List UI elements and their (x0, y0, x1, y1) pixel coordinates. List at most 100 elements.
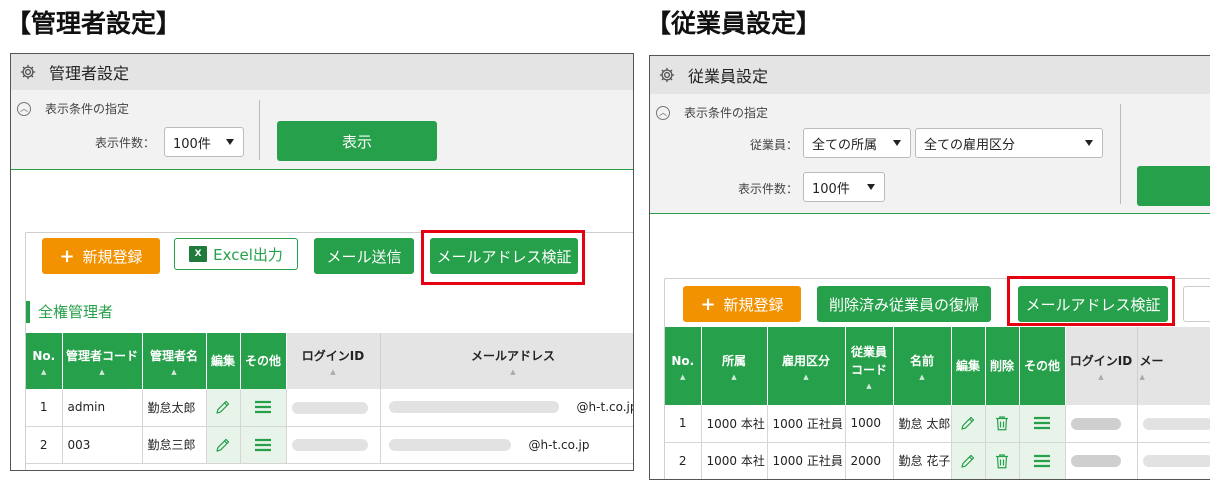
admin-mail-send-button[interactable]: メール送信 (314, 238, 414, 274)
pencil-icon[interactable] (206, 389, 241, 427)
chevron-up-icon: ︿ (656, 105, 670, 120)
admin-table: No. ▲ 管理者コード ▲ 管理者名 ▲ 編集 その他 ログインID ▲ メールアドレ… (26, 333, 633, 464)
col-no[interactable]: No. ▲ (26, 333, 63, 389)
employee-panel-title: 従業員設定 (688, 67, 769, 86)
col-other: その他 (240, 333, 287, 389)
employee-count-select[interactable]: 100件 (803, 172, 885, 202)
row-email (1137, 442, 1210, 479)
menu-icon[interactable] (1019, 442, 1066, 479)
row-login-id (1065, 442, 1138, 479)
row-employee-code: 2000 (845, 442, 894, 479)
admin-excel-button[interactable]: X Excel出力 (174, 238, 298, 270)
filter-divider (1120, 104, 1121, 204)
admin-show-button[interactable]: 表示 (277, 121, 437, 161)
row-admin-name: 勤怠三郎 (142, 426, 207, 464)
employee-panel-header: 従業員設定 (650, 56, 1210, 94)
admin-filter-toggle-label: 表示条件の指定 (45, 102, 130, 116)
affiliation-value: 全ての所属 (812, 137, 878, 153)
row-employment-type: 1000 正社員 (767, 442, 846, 479)
employee-caption: 【従業員設定】 (646, 9, 822, 38)
row-admin-code: admin (62, 389, 143, 427)
employee-filter-toggle-label: 表示条件の指定 (684, 106, 769, 120)
admin-panel-header: 管理者設定 (11, 54, 633, 90)
col-edit: 編集 (951, 327, 986, 405)
chevron-up-icon: ︿ (17, 101, 31, 116)
row-login-id (286, 426, 381, 464)
row-no: 2 (665, 442, 702, 479)
admin-filter-area: ︿ 表示条件の指定 表示件数： 100件 表示 (11, 90, 633, 170)
admin-new-button[interactable]: + 新規登録 (42, 238, 160, 274)
employment-select[interactable]: 全ての雇用区分 (915, 128, 1103, 158)
row-employment-type: 1000 正社員 (767, 405, 846, 443)
caret-down-icon (1085, 140, 1093, 146)
col-dept[interactable]: 所属 ▲ (701, 327, 768, 405)
employee-table-header: No. ▲ 所属 ▲ 雇用区分 ▲ 従業員 コード ▲ 名前 ▲ 編集 削除 その他 ログイ… (665, 327, 1210, 405)
row-login-id (1065, 405, 1138, 443)
caret-down-icon (226, 139, 234, 145)
plus-icon: + (59, 245, 75, 267)
admin-count-label: 表示件数： (95, 136, 156, 150)
admin-count-select[interactable]: 100件 (164, 127, 244, 157)
admin-count-value: 100件 (173, 136, 211, 152)
col-login-id[interactable]: ログインID ▲ (286, 333, 381, 389)
employee-show-button[interactable] (1137, 166, 1210, 206)
employee-mail-verify-highlight (1007, 276, 1175, 326)
caret-down-icon (867, 184, 875, 190)
row-admin-name: 勤怠太郎 (142, 389, 207, 427)
menu-icon[interactable] (240, 389, 287, 427)
pencil-icon[interactable] (951, 442, 986, 479)
col-admin-code[interactable]: 管理者コード ▲ (62, 333, 143, 389)
employee-filter-toggle[interactable]: ︿ 表示条件の指定 (656, 104, 768, 121)
col-employment-type[interactable]: 雇用区分 ▲ (767, 327, 846, 405)
row-name: 勤怠 太郎 (893, 405, 952, 443)
employee-count-value: 100件 (812, 181, 850, 197)
trash-icon[interactable] (985, 442, 1020, 479)
excel-icon: X (189, 246, 208, 262)
employee-new-button[interactable]: + 新規登録 (683, 286, 801, 322)
admin-section-title: 全権管理者 (26, 301, 113, 323)
row-email (1137, 405, 1210, 443)
row-email: @h-t.co.jp (380, 426, 633, 464)
admin-mail-verify-highlight (421, 230, 585, 285)
col-login-id[interactable]: ログインID ▲ (1065, 327, 1138, 405)
row-no: 1 (665, 405, 702, 443)
caret-down-icon (893, 140, 901, 146)
row-admin-code: 003 (62, 426, 143, 464)
trash-icon[interactable] (985, 405, 1020, 443)
admin-filter-toggle[interactable]: ︿ 表示条件の指定 (17, 100, 129, 117)
employee-new-label: 新規登録 (723, 295, 784, 314)
plus-icon: + (700, 293, 716, 315)
gear-icon (659, 67, 675, 83)
row-no: 1 (26, 389, 63, 427)
admin-excel-label: Excel出力 (213, 245, 283, 264)
pencil-icon[interactable] (206, 426, 241, 464)
employee-settings-panel: 従業員設定 ︿ 表示条件の指定 従業員： 全ての所属 全ての雇用区分 表示件数：… (649, 55, 1210, 480)
col-email[interactable]: メールアドレス ▲ (380, 333, 633, 389)
more-button-partial[interactable] (1183, 286, 1210, 322)
row-employee-code: 1000 (845, 405, 894, 443)
col-edit: 編集 (206, 333, 241, 389)
admin-panel-title: 管理者設定 (49, 64, 130, 83)
pencil-icon[interactable] (951, 405, 986, 443)
col-admin-name[interactable]: 管理者名 ▲ (142, 333, 207, 389)
employee-count-label: 表示件数： (738, 182, 799, 196)
row-name: 勤怠 花子 (893, 442, 952, 479)
col-name[interactable]: 名前 ▲ (893, 327, 952, 405)
row-login-id (286, 389, 381, 427)
gear-icon (20, 64, 36, 80)
col-email-partial[interactable]: メー ▲ (1137, 327, 1210, 405)
filter-divider (259, 100, 260, 160)
row-dept: 1000 本社 (701, 405, 768, 443)
restore-deleted-button[interactable]: 削除済み従業員の復帰 (817, 286, 991, 322)
employee-label: 従業員： (750, 138, 799, 152)
col-employee-code[interactable]: 従業員 コード ▲ (845, 327, 894, 405)
col-no[interactable]: No. ▲ (665, 327, 702, 405)
affiliation-select[interactable]: 全ての所属 (803, 128, 911, 158)
admin-new-label: 新規登録 (82, 247, 143, 266)
menu-icon[interactable] (1019, 405, 1066, 443)
table-row: 1 admin 勤怠太郎 @h-t.co.jp (26, 389, 633, 427)
table-row: 2 003 勤怠三郎 @h-t.co.jp (26, 426, 633, 464)
col-delete: 削除 (985, 327, 1020, 405)
menu-icon[interactable] (240, 426, 287, 464)
employee-filter-area: ︿ 表示条件の指定 従業員： 全ての所属 全ての雇用区分 表示件数： 100件 (650, 94, 1210, 214)
